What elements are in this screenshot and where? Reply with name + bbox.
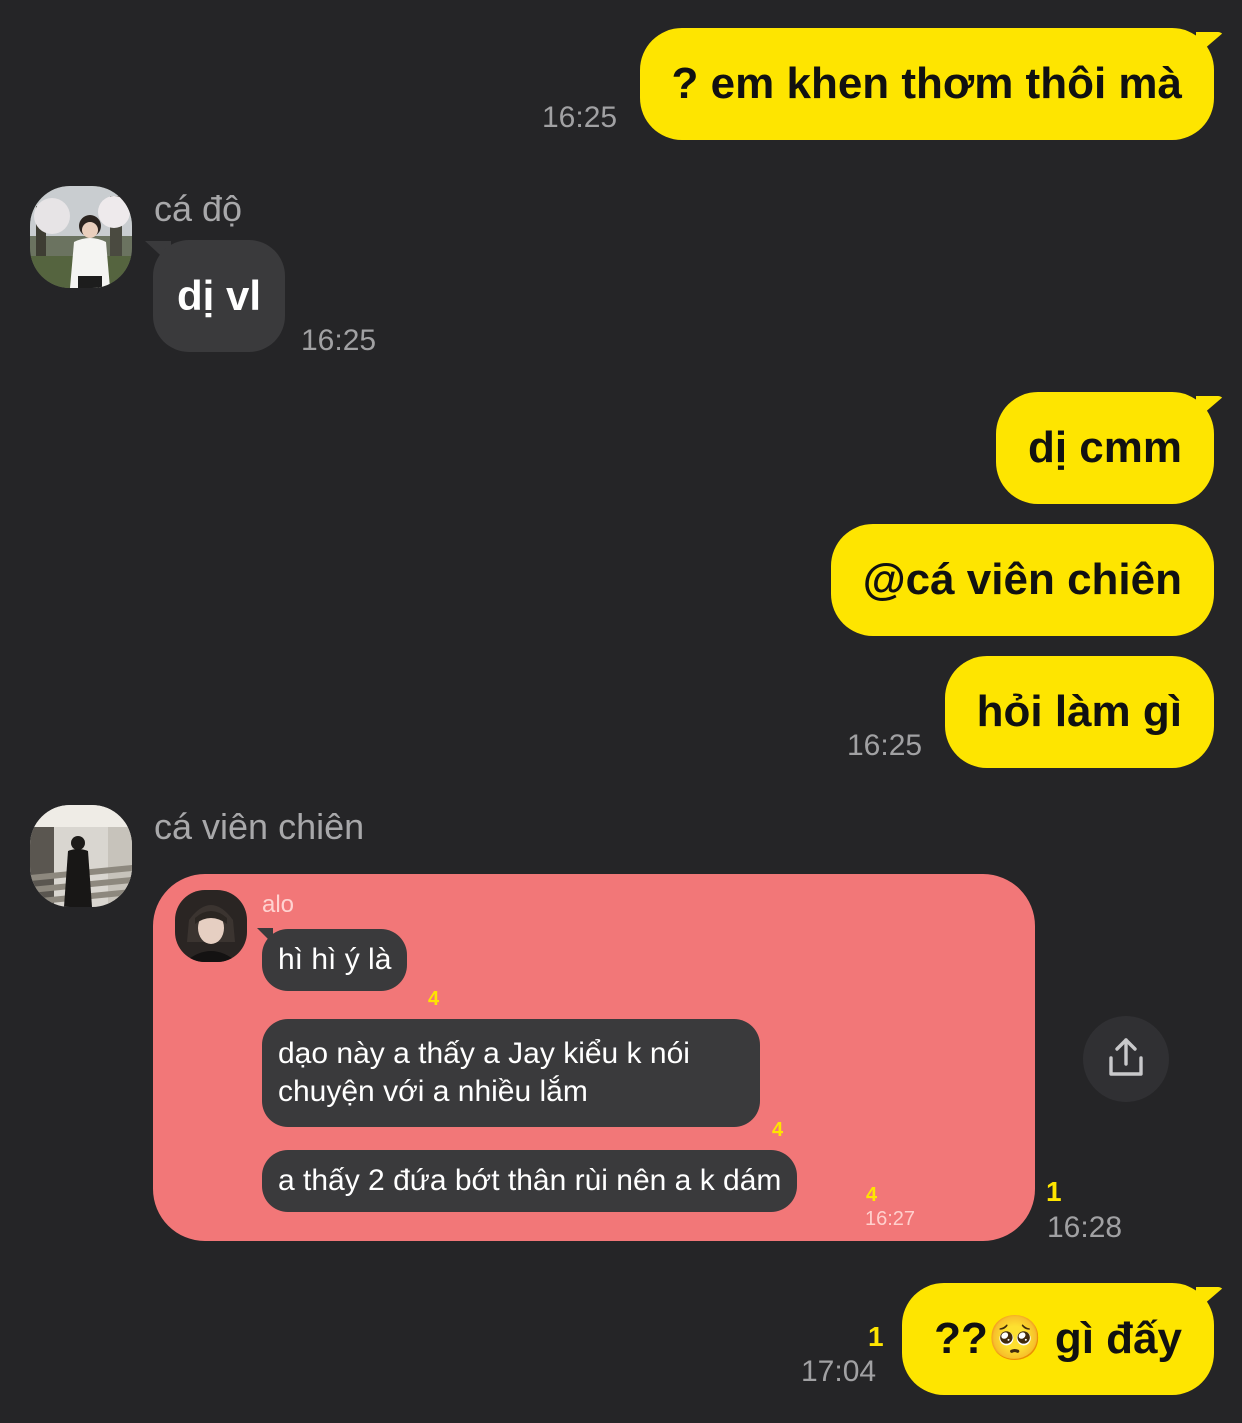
outgoing-message[interactable]: ? em khen thơm thôi mà <box>639 28 1214 140</box>
read-count: 4 <box>772 1119 784 1141</box>
message-text: ? em khen thơm thôi mà <box>671 59 1182 108</box>
message-text: @cá viên chiên <box>862 555 1182 604</box>
shared-chat-card[interactable]: alo hì hì ý là 4 dạo này a thấy a Jay ki… <box>153 874 1035 1241</box>
quoted-sender-name: alo <box>262 891 295 918</box>
message-text: dị cmm <box>1027 423 1182 472</box>
message-time: 16:25 <box>301 324 377 357</box>
quoted-message: dạo này a thấy a Jay kiểu k nói chuyện v… <box>262 1019 760 1127</box>
message-text-prefix: ?? <box>934 1314 988 1363</box>
avatar-ca-do[interactable] <box>30 186 132 288</box>
quoted-message-text: dạo này a thấy a Jay kiểu k nói chuyện v… <box>278 1037 690 1108</box>
message-time: 17:04 <box>801 1355 877 1388</box>
message-text-suffix: gì đấy <box>1042 1314 1182 1363</box>
unread-count: 1 <box>1046 1176 1062 1207</box>
quoted-message: a thấy 2 đứa bớt thân rùi nên a k dám <box>262 1150 798 1212</box>
message-text: hỏi làm gì <box>976 687 1182 736</box>
quoted-time: 16:27 <box>865 1208 916 1230</box>
message-time: 16:25 <box>542 101 618 134</box>
avatar-ca-vien-chien[interactable] <box>30 805 132 907</box>
read-count: 4 <box>866 1184 878 1206</box>
incoming-message[interactable]: dị vl <box>153 240 286 352</box>
outgoing-message[interactable]: hỏi làm gì <box>944 656 1214 768</box>
read-count: 4 <box>428 988 440 1010</box>
quoted-message-text: a thấy 2 đứa bớt thân rùi nên a k dám <box>278 1164 782 1197</box>
message-time: 16:25 <box>847 729 923 762</box>
quoted-avatar <box>175 890 247 962</box>
sender-name: cá độ <box>154 188 243 229</box>
message-time: 16:28 <box>1047 1211 1123 1244</box>
outgoing-message[interactable]: @cá viên chiên <box>830 524 1214 636</box>
outgoing-message[interactable]: ??🥺 gì đấy <box>902 1283 1214 1395</box>
message-text: dị vl <box>177 272 262 319</box>
sender-name: cá viên chiên <box>154 806 365 847</box>
share-button[interactable] <box>1083 1016 1169 1102</box>
quoted-message: hì hì ý là <box>262 929 408 991</box>
outgoing-message[interactable]: dị cmm <box>995 392 1214 504</box>
pleading-face-emoji: 🥺 <box>987 1314 1043 1363</box>
share-upload-icon <box>1109 1038 1143 1076</box>
quoted-message-text: hì hì ý là <box>278 943 392 976</box>
unread-count: 1 <box>868 1321 884 1352</box>
